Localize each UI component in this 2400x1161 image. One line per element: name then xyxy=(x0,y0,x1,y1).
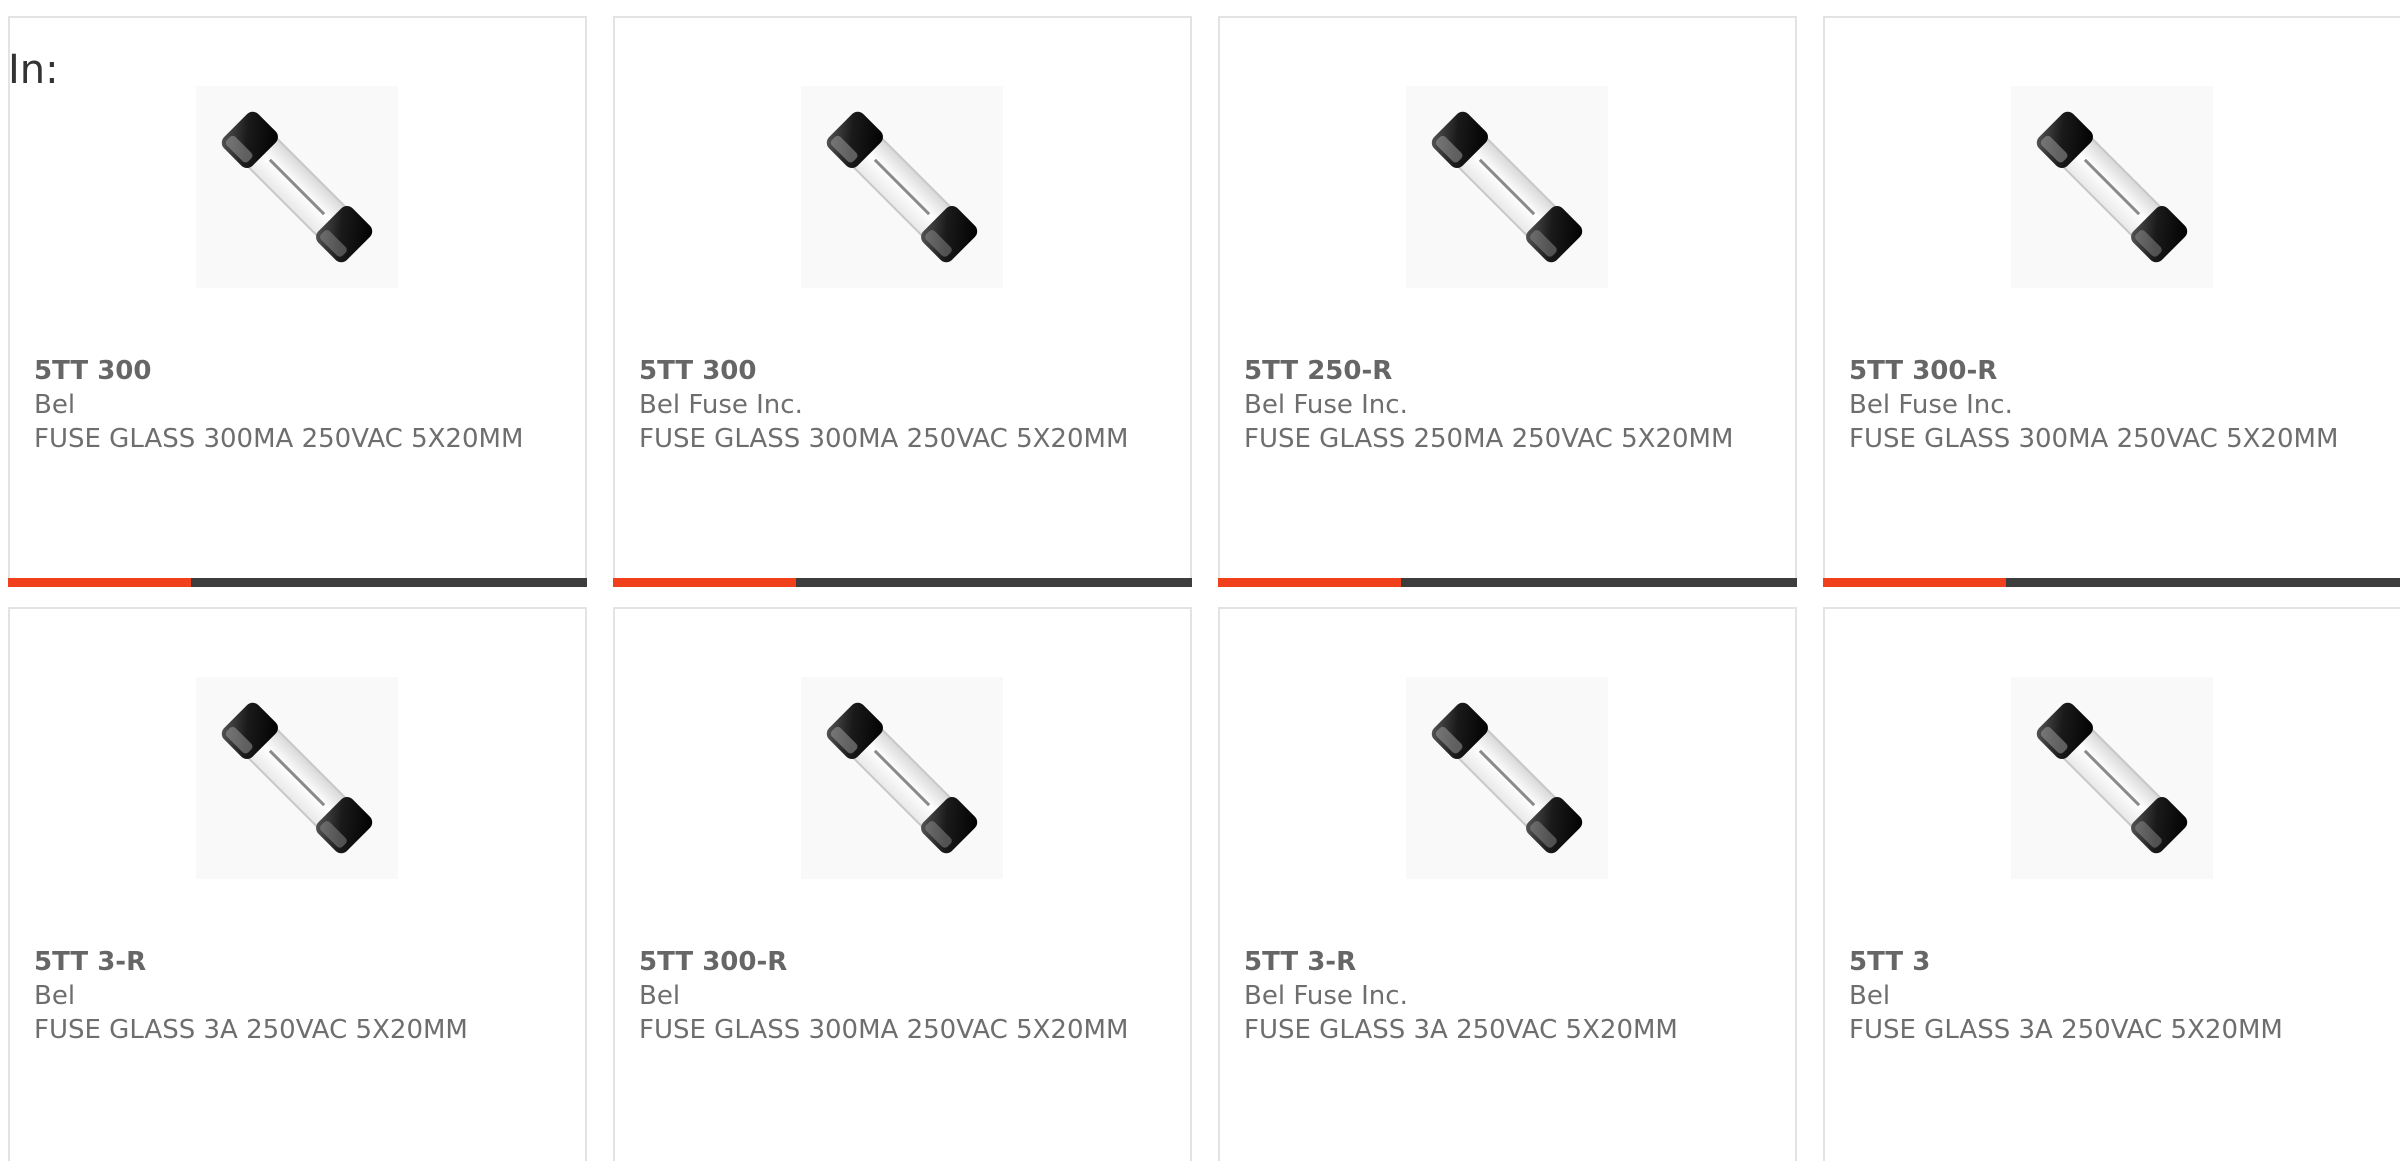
product-info: 5TT 250-R Bel Fuse Inc. FUSE GLASS 250MA… xyxy=(1244,354,1744,456)
description: FUSE GLASS 3A 250VAC 5X20MM xyxy=(34,1015,468,1045)
product-info: 5TT 300 Bel FUSE GLASS 300MA 250VAC 5X20… xyxy=(34,354,534,456)
part-number[interactable]: 5TT 250-R xyxy=(1244,354,1744,388)
manufacturer: Bel xyxy=(34,981,76,1011)
product-card[interactable]: 5TT 300 Bel FUSE GLASS 300MA 250VAC 5X20… xyxy=(8,16,587,587)
card-accent xyxy=(613,578,796,587)
product-info: 5TT 300-R Bel FUSE GLASS 300MA 250VAC 5X… xyxy=(639,945,1139,1047)
manufacturer: Bel xyxy=(34,390,76,420)
part-number[interactable]: 5TT 300 xyxy=(639,354,1139,388)
product-info: 5TT 300 Bel Fuse Inc. FUSE GLASS 300MA 2… xyxy=(639,354,1139,456)
description: FUSE GLASS 300MA 250VAC 5X20MM xyxy=(34,424,524,454)
card-accent xyxy=(8,578,191,587)
product-card[interactable]: 5TT 3-R Bel Fuse Inc. FUSE GLASS 3A 250V… xyxy=(1218,607,1797,1161)
description: FUSE GLASS 300MA 250VAC 5X20MM xyxy=(639,424,1129,454)
glass-fuse-icon[interactable] xyxy=(196,86,398,288)
manufacturer: Bel Fuse Inc. xyxy=(639,390,803,420)
glass-fuse-icon[interactable] xyxy=(196,677,398,879)
card-accent xyxy=(1218,578,1401,587)
manufacturer: Bel xyxy=(639,981,681,1011)
card-footer-bar xyxy=(1218,578,1797,587)
glass-fuse-icon[interactable] xyxy=(2011,86,2213,288)
description: FUSE GLASS 3A 250VAC 5X20MM xyxy=(1244,1015,1678,1045)
product-card[interactable]: 5TT 3-R Bel FUSE GLASS 3A 250VAC 5X20MM xyxy=(8,607,587,1161)
product-grid: 5TT 300 Bel FUSE GLASS 300MA 250VAC 5X20… xyxy=(8,16,2400,1161)
manufacturer: Bel xyxy=(1849,981,1891,1011)
glass-fuse-icon[interactable] xyxy=(1406,677,1608,879)
part-number[interactable]: 5TT 3-R xyxy=(1244,945,1744,979)
part-number[interactable]: 5TT 3 xyxy=(1849,945,2349,979)
product-card[interactable]: 5TT 300-R Bel Fuse Inc. FUSE GLASS 300MA… xyxy=(1823,16,2400,587)
description: FUSE GLASS 300MA 250VAC 5X20MM xyxy=(1849,424,2339,454)
description: FUSE GLASS 3A 250VAC 5X20MM xyxy=(1849,1015,2283,1045)
card-footer-bar xyxy=(8,578,587,587)
manufacturer: Bel Fuse Inc. xyxy=(1244,981,1408,1011)
glass-fuse-icon[interactable] xyxy=(801,86,1003,288)
description: FUSE GLASS 250MA 250VAC 5X20MM xyxy=(1244,424,1734,454)
product-card[interactable]: 5TT 250-R Bel Fuse Inc. FUSE GLASS 250MA… xyxy=(1218,16,1797,587)
product-card[interactable]: 5TT 300 Bel Fuse Inc. FUSE GLASS 300MA 2… xyxy=(613,16,1192,587)
glass-fuse-icon[interactable] xyxy=(2011,677,2213,879)
search-results-page: In: 5TT 300 Bel FUSE GLASS 300MA 250VAC … xyxy=(0,0,2400,1161)
part-number[interactable]: 5TT 300-R xyxy=(639,945,1139,979)
part-number[interactable]: 5TT 300 xyxy=(34,354,534,388)
product-card[interactable]: 5TT 3 Bel FUSE GLASS 3A 250VAC 5X20MM xyxy=(1823,607,2400,1161)
manufacturer: Bel Fuse Inc. xyxy=(1244,390,1408,420)
product-info: 5TT 3 Bel FUSE GLASS 3A 250VAC 5X20MM xyxy=(1849,945,2349,1047)
part-number[interactable]: 5TT 300-R xyxy=(1849,354,2349,388)
description: FUSE GLASS 300MA 250VAC 5X20MM xyxy=(639,1015,1129,1045)
product-info: 5TT 300-R Bel Fuse Inc. FUSE GLASS 300MA… xyxy=(1849,354,2349,456)
card-footer-bar xyxy=(1823,578,2400,587)
manufacturer: Bel Fuse Inc. xyxy=(1849,390,2013,420)
search-scope-label: In: xyxy=(8,47,59,93)
glass-fuse-icon[interactable] xyxy=(801,677,1003,879)
glass-fuse-icon[interactable] xyxy=(1406,86,1608,288)
product-info: 5TT 3-R Bel FUSE GLASS 3A 250VAC 5X20MM xyxy=(34,945,534,1047)
product-info: 5TT 3-R Bel Fuse Inc. FUSE GLASS 3A 250V… xyxy=(1244,945,1744,1047)
card-footer-bar xyxy=(613,578,1192,587)
card-accent xyxy=(1823,578,2006,587)
product-card[interactable]: 5TT 300-R Bel FUSE GLASS 300MA 250VAC 5X… xyxy=(613,607,1192,1161)
part-number[interactable]: 5TT 3-R xyxy=(34,945,534,979)
